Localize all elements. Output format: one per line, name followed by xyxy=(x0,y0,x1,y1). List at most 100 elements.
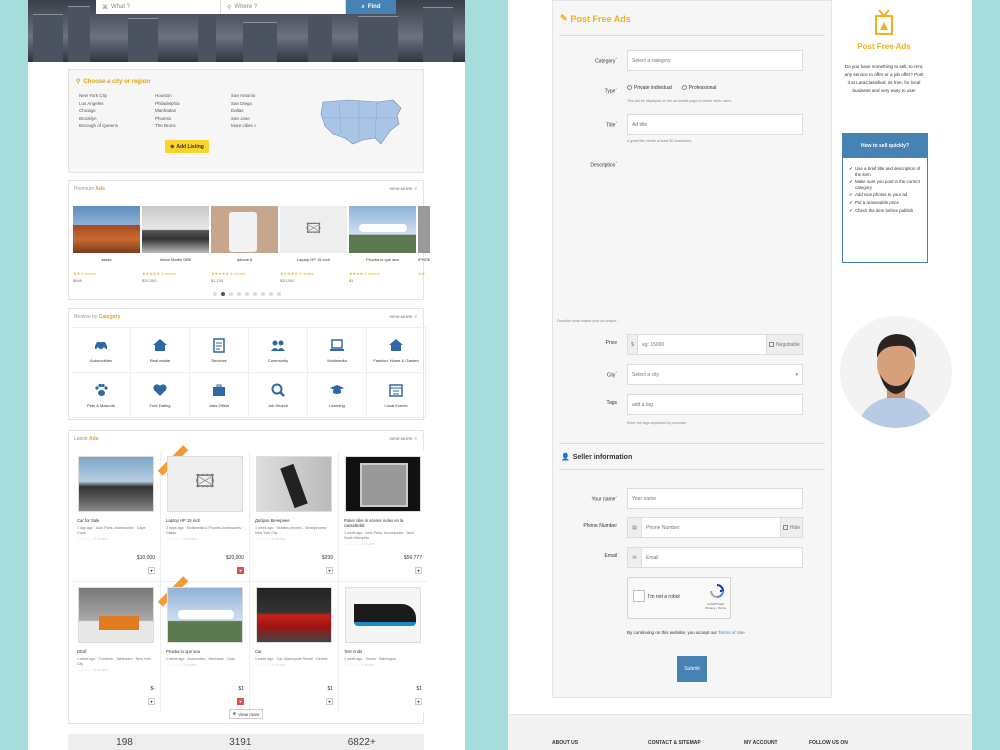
city-link[interactable]: Chicago xyxy=(79,107,155,115)
category-job-search[interactable]: Job Search xyxy=(249,373,308,418)
ad-card[interactable]: Car for Sale 1 day ago · Auto Parts, Acce… xyxy=(72,451,160,581)
ad-card[interactable]: Prueba lo que sea 1 week ago · Automotive… xyxy=(157,576,249,712)
city-link[interactable]: Los Angeles xyxy=(79,100,155,108)
ad-card[interactable]: 🖾 Laptop HP 15 inch 3 days ago · Multimed… xyxy=(157,445,249,581)
favorite-button[interactable]: ♥ xyxy=(237,698,244,705)
city-link[interactable]: Borough of Queens xyxy=(79,122,155,130)
view-more-link[interactable]: VIEW MORE ≡ xyxy=(389,186,417,191)
favorite-button[interactable]: ♥ xyxy=(148,698,155,705)
envelope-icon: ✉ xyxy=(628,548,642,567)
add-listing-button[interactable]: ⊕ Add Listing xyxy=(165,140,209,153)
ad-image xyxy=(256,587,332,643)
ad-card[interactable]: Доброе Вечернее 1 week ago · Mobiles phon… xyxy=(250,451,338,581)
paw-icon xyxy=(95,383,108,396)
more-cities-link[interactable]: More cities » xyxy=(231,122,307,130)
city-link[interactable]: Houston xyxy=(155,92,231,100)
tip-item: Use a brief title and description of the… xyxy=(849,166,923,177)
city-link[interactable]: San Antonio xyxy=(231,92,307,100)
what-field[interactable]: ⌘ What ? xyxy=(96,0,221,14)
carousel-dot[interactable] xyxy=(253,292,257,296)
category-automobiles[interactable]: Automobiles xyxy=(72,328,131,373)
ad-card[interactable]: DDdf 1 week ago · Furniture - Tableware ·… xyxy=(72,582,160,712)
email-input[interactable]: ✉ Email xyxy=(627,547,803,568)
carousel-dot[interactable] xyxy=(229,292,233,296)
city-link[interactable]: Brooklyn xyxy=(79,115,155,123)
carousel-dot[interactable] xyxy=(221,292,225,296)
plus-circle-icon: ⊕ xyxy=(232,711,237,716)
view-more-button[interactable]: ⊕ View more xyxy=(229,709,263,719)
category-community[interactable]: Community xyxy=(249,328,308,373)
carousel-dot[interactable] xyxy=(213,292,217,296)
category-learning[interactable]: Learning xyxy=(308,373,367,418)
favorite-button[interactable]: ♥ xyxy=(415,567,422,574)
tags-label: Tags xyxy=(606,400,617,406)
carousel-dot[interactable] xyxy=(277,292,281,296)
category-free-dating[interactable]: Free Dating xyxy=(131,373,190,418)
submit-button[interactable]: Submit xyxy=(677,656,707,682)
description-editor[interactable] xyxy=(627,157,803,317)
ad-card[interactable]: Car 1 week ago · Car, Motorcycle Rental ·… xyxy=(250,582,338,712)
location-pin-icon: ⚲ xyxy=(76,79,81,85)
name-input[interactable]: Your name xyxy=(627,488,803,509)
professional-radio[interactable]: Professional xyxy=(681,85,716,91)
ad-image xyxy=(345,456,421,512)
city-link[interactable]: Philadelphia xyxy=(155,100,231,108)
phone-input[interactable]: ▤ Phone Number Hide xyxy=(627,517,803,538)
calendar-icon xyxy=(389,384,403,397)
title-input[interactable]: Ad title xyxy=(627,114,803,135)
category-pets[interactable]: Pets & Mascots xyxy=(72,373,131,418)
where-field[interactable]: ⚲ Where ? xyxy=(221,0,346,14)
premium-ad-card[interactable]: Aston Martin DB9 ★★★★★ 1 review $20,000 xyxy=(142,206,209,283)
favorite-button[interactable]: ♥ xyxy=(148,567,155,574)
favorite-button[interactable]: ♥ xyxy=(326,698,333,705)
negotiable-checkbox[interactable]: Negotiable xyxy=(766,335,802,354)
city-link[interactable]: New York City xyxy=(79,92,155,100)
chevron-down-icon: ▾ xyxy=(795,371,798,378)
ad-card[interactable]: Test Ands 1 week ago · Shoes · Warrington… xyxy=(339,582,427,712)
tags-input[interactable]: add a tag xyxy=(627,394,803,415)
ad-image xyxy=(256,456,332,512)
terms-link[interactable]: Terms of Use xyxy=(718,630,745,635)
premium-ad-card[interactable]: IPHONE ★★ xyxy=(418,206,430,283)
footer-heading: CONTACT & SITEMAP xyxy=(648,740,701,746)
city-link[interactable]: Dallas xyxy=(231,107,307,115)
favorite-button[interactable]: ♥ xyxy=(415,698,422,705)
premium-ad-card[interactable]: Prueba lo que sea ★★★★ 0 review $1 xyxy=(349,206,416,283)
usa-map[interactable] xyxy=(319,94,405,148)
private-radio[interactable]: Private individual xyxy=(627,85,672,91)
favorite-button[interactable]: ♥ xyxy=(237,567,244,574)
hide-phone-checkbox[interactable]: Hide xyxy=(780,518,802,537)
recaptcha-checkbox[interactable] xyxy=(633,590,645,602)
search-bar: ⌘ What ? ⚲ Where ? ⌕ Find xyxy=(96,0,396,14)
category-jobs-offers[interactable]: Jobs Offers xyxy=(190,373,249,418)
flag-icon: ▤ xyxy=(628,518,642,537)
favorite-button[interactable]: ♥ xyxy=(326,567,333,574)
category-real-estate[interactable]: Real estate xyxy=(131,328,190,373)
city-link[interactable]: San Jose xyxy=(231,115,307,123)
category-local-events[interactable]: Local Events xyxy=(367,373,426,418)
find-button[interactable]: ⌕ Find xyxy=(346,0,396,14)
view-more-link[interactable]: VIEW MORE ≡ xyxy=(389,314,417,319)
premium-ad-card[interactable]: 🖾 Laptop HP 15 inch ★★★★★ 0 review $20,0… xyxy=(280,206,347,283)
locations-title: Choose a city or region xyxy=(83,78,151,85)
ad-card[interactable]: Poker nike in scener index en la cassett… xyxy=(339,451,427,581)
carousel-dot[interactable] xyxy=(245,292,249,296)
category-multimedia[interactable]: Multimedia xyxy=(308,328,367,373)
premium-ad-card[interactable]: sssss ★★ 0 review $666 xyxy=(73,206,140,283)
sidebar: Post Free Ads Do you have something to s… xyxy=(840,0,972,310)
carousel-dot[interactable] xyxy=(269,292,273,296)
category-select[interactable]: Select a category xyxy=(627,50,803,71)
category-fashion-home-garden[interactable]: Fashion, Home & Garden xyxy=(367,328,426,373)
category-services[interactable]: Services xyxy=(190,328,249,373)
price-input[interactable]: $ eg: 15000 Negotiable xyxy=(627,334,803,355)
carousel-dot[interactable] xyxy=(237,292,241,296)
city-link[interactable]: The Bronx xyxy=(155,122,231,130)
carousel-dot[interactable] xyxy=(261,292,265,296)
city-link[interactable]: San Diego xyxy=(231,100,307,108)
city-select[interactable]: Select a city ▾ xyxy=(627,364,803,385)
view-more-link[interactable]: VIEW MORE ≡ xyxy=(389,436,417,441)
city-link[interactable]: Manhattan xyxy=(155,107,231,115)
city-link[interactable]: Phoenix xyxy=(155,115,231,123)
premium-ad-card[interactable]: Iphone 8 ★★★★★ 1 review $1,100 xyxy=(211,206,278,283)
type-help: This will be displayed on the ad details… xyxy=(627,99,732,103)
